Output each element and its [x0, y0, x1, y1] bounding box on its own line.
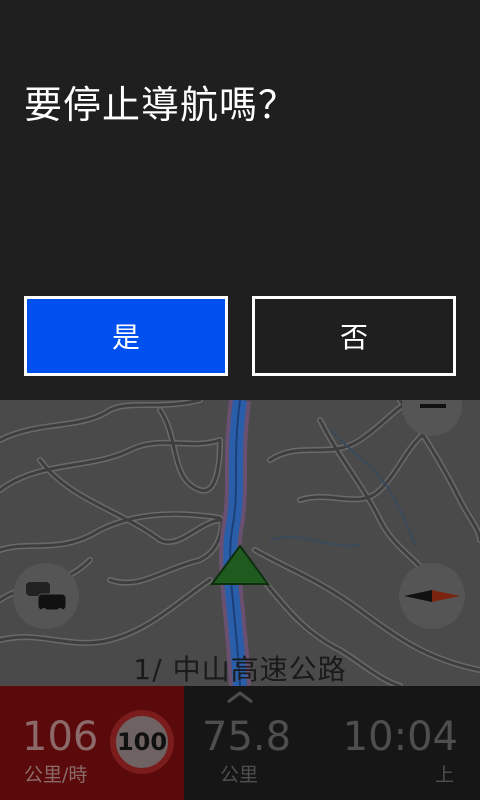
- arrival-time: 10:04: [342, 714, 458, 760]
- speed-limit-sign: 100: [110, 710, 174, 774]
- stop-navigation-dialog: 要停止導航嗎？ 是 否: [0, 0, 480, 400]
- time-period: 上: [434, 764, 454, 786]
- yes-button[interactable]: 是: [24, 296, 228, 376]
- remaining-distance: 75.8: [202, 714, 292, 760]
- speed-panel: 106 公里/時 100: [0, 686, 184, 800]
- no-button[interactable]: 否: [252, 296, 456, 376]
- status-bar[interactable]: 106 公里/時 100 75.8 公里 10:04 上: [0, 686, 480, 800]
- street-name: 1/ 中山高速公路: [133, 653, 347, 686]
- distance-unit: 公里: [220, 764, 259, 786]
- chevron-up-icon[interactable]: [226, 690, 254, 704]
- map-canvas: [0, 400, 480, 686]
- map-view[interactable]: [0, 400, 480, 686]
- speed-unit: 公里/時: [24, 764, 88, 786]
- current-speed: 106: [22, 714, 99, 760]
- dialog-title: 要停止導航嗎？: [24, 83, 298, 127]
